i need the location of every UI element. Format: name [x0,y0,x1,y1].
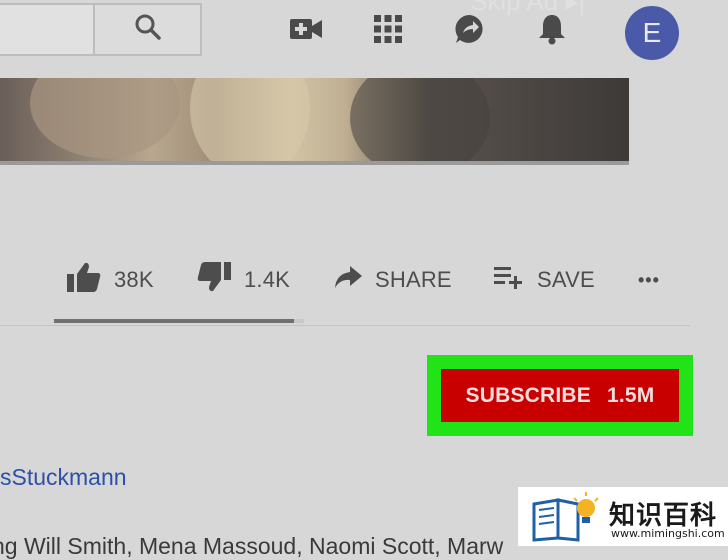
video-progress-bar[interactable] [0,161,629,165]
save-label: SAVE [537,267,595,292]
divider [0,325,690,326]
search-icon [134,13,162,46]
create-video-button[interactable] [289,14,323,48]
search-button[interactable] [93,3,202,56]
subscribe-button[interactable]: SUBSCRIBE 1.5M [441,369,679,422]
book-lightbulb-logo-icon [530,490,602,547]
video-frame-shape [30,78,180,158]
video-frame-shape [350,78,490,165]
dislike-button[interactable]: 1.4K [196,258,290,302]
video-camera-plus-icon [289,17,323,46]
subscriber-count: 1.5M [606,383,655,407]
subscribe-label: SUBSCRIBE [465,383,591,407]
video-description: ng Will Smith, Mena Massoud, Naomi Scott… [0,533,504,559]
avatar-letter: E [642,17,662,48]
more-horizontal-icon: ••• [638,269,660,290]
like-button[interactable]: 38K [66,258,154,302]
avatar[interactable]: E [625,6,679,60]
share-chat-icon [454,13,486,50]
dislike-count: 1.4K [244,267,291,292]
watermark: 知识百科 www.mimingshi.com [518,487,728,546]
playlist-add-icon [493,264,525,296]
share-button[interactable]: SHARE [333,258,452,302]
top-bar: Skip Ad ▸| E [0,0,728,78]
messages-button[interactable] [453,14,487,48]
notifications-button[interactable] [535,14,569,48]
share-label: SHARE [375,267,452,292]
video-player[interactable] [0,78,629,165]
watermark-url: www.mimingshi.com [611,527,725,540]
sentiment-bar-fill [54,319,294,323]
search-input[interactable] [0,3,93,56]
share-arrow-icon [333,264,363,296]
channel-name-link[interactable]: sStuckmann [0,464,127,491]
sentiment-bar [54,319,304,323]
save-button[interactable]: SAVE [493,258,595,302]
more-actions-button[interactable]: ••• [638,258,660,302]
bell-icon [537,13,567,50]
thumbs-down-icon [196,261,232,299]
apps-grid-icon [373,14,403,49]
like-count: 38K [114,267,154,292]
apps-button[interactable] [371,14,405,48]
thumbs-up-icon [66,261,102,299]
video-frame-shape [190,78,310,165]
